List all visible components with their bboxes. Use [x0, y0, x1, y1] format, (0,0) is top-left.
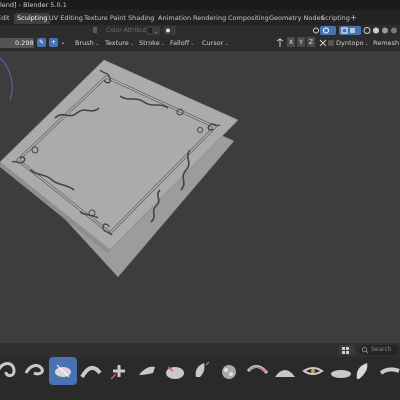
tab-edit[interactable]: Edit	[0, 13, 10, 24]
tab-rendering[interactable]: Rendering	[193, 13, 226, 24]
symmetry-z-toggle[interactable]: Z	[307, 37, 315, 47]
smooth-brush-icon[interactable]	[77, 357, 105, 385]
pinch-brush-icon[interactable]	[105, 357, 133, 385]
pressure-strength-icon[interactable]: ✎	[37, 38, 46, 47]
dyntopo-menu[interactable]: Dyntopo⌄	[336, 38, 369, 48]
tab-scripting[interactable]: Scripting	[321, 13, 350, 24]
sculpt-viewport[interactable]	[0, 50, 400, 343]
color-swatch-button[interactable]: ⌄	[146, 26, 160, 35]
clay-brush-icon[interactable]	[215, 357, 243, 385]
layer-brush-icon[interactable]	[299, 357, 327, 385]
xray-toggle-icon[interactable]	[339, 26, 361, 35]
flatten-brush-icon[interactable]	[133, 357, 161, 385]
strength-field[interactable]: 0.298	[0, 38, 34, 48]
cursor-menu[interactable]: Cursor⌄	[202, 38, 229, 48]
tab-uv-editing[interactable]: UV Editing	[49, 13, 83, 24]
strength-value: 0.298	[15, 39, 34, 47]
texture-menu[interactable]: Texture⌄	[105, 38, 134, 48]
paint-mode-dropdown[interactable]	[164, 26, 176, 35]
symmetry-x-toggle[interactable]: X	[287, 37, 295, 47]
decorative-frame-mesh	[0, 59, 239, 251]
stroke-menu[interactable]: Stroke⌄	[139, 38, 165, 48]
tab-animation[interactable]: Animation	[158, 13, 191, 24]
thumb-brush-icon[interactable]	[20, 357, 48, 385]
tab-geometry-nodes[interactable]: Geometry Nodes	[269, 13, 324, 24]
snake-hook-brush-icon[interactable]	[0, 357, 20, 385]
direction-dropdown-icon[interactable]: ⌄	[60, 38, 66, 47]
search-icon	[361, 346, 369, 354]
tab-compositing[interactable]: Compositing	[228, 13, 269, 24]
mask-brush-icon[interactable]	[271, 357, 299, 385]
remesh-menu[interactable]: Remesh⌄	[373, 38, 400, 48]
falloff-menu[interactable]: Falloff⌄	[170, 38, 194, 48]
display-options-icon[interactable]	[339, 345, 355, 355]
overlay-toggle-icon[interactable]	[320, 26, 336, 35]
elastic-brush-icon[interactable]	[349, 357, 377, 385]
paint-icon	[90, 26, 100, 34]
inflate-brush-icon[interactable]	[161, 357, 189, 385]
add-direction-icon[interactable]: +	[49, 38, 58, 47]
window-title: lend] - Blender 5.0.1	[0, 1, 67, 9]
svg-text:⌄: ⌄	[154, 29, 158, 35]
window-titlebar: lend] - Blender 5.0.1	[0, 0, 400, 10]
symmetry-icon	[275, 38, 285, 48]
dyntopo-checkbox[interactable]	[327, 38, 335, 48]
nudge-brush-icon[interactable]	[375, 357, 400, 385]
add-workspace-button[interactable]: +	[350, 13, 357, 22]
asset-search-placeholder: Search	[371, 346, 392, 353]
tab-shading[interactable]: Shading	[128, 13, 154, 24]
draw-brush-icon[interactable]	[49, 357, 77, 385]
tab-sculpting[interactable]: Sculpting	[14, 13, 51, 24]
tab-texture-paint[interactable]: Texture Paint	[84, 13, 126, 24]
workspace-tab-bar: Edit Sculpting UV Editing Texture Paint …	[0, 10, 400, 25]
shading-mode-icons[interactable]	[363, 26, 399, 35]
symmetry-y-toggle[interactable]: Y	[297, 37, 305, 47]
crease-brush-icon[interactable]	[243, 357, 271, 385]
grab-brush-icon[interactable]	[188, 357, 216, 385]
brush-menu[interactable]: Brush⌄	[75, 38, 99, 48]
